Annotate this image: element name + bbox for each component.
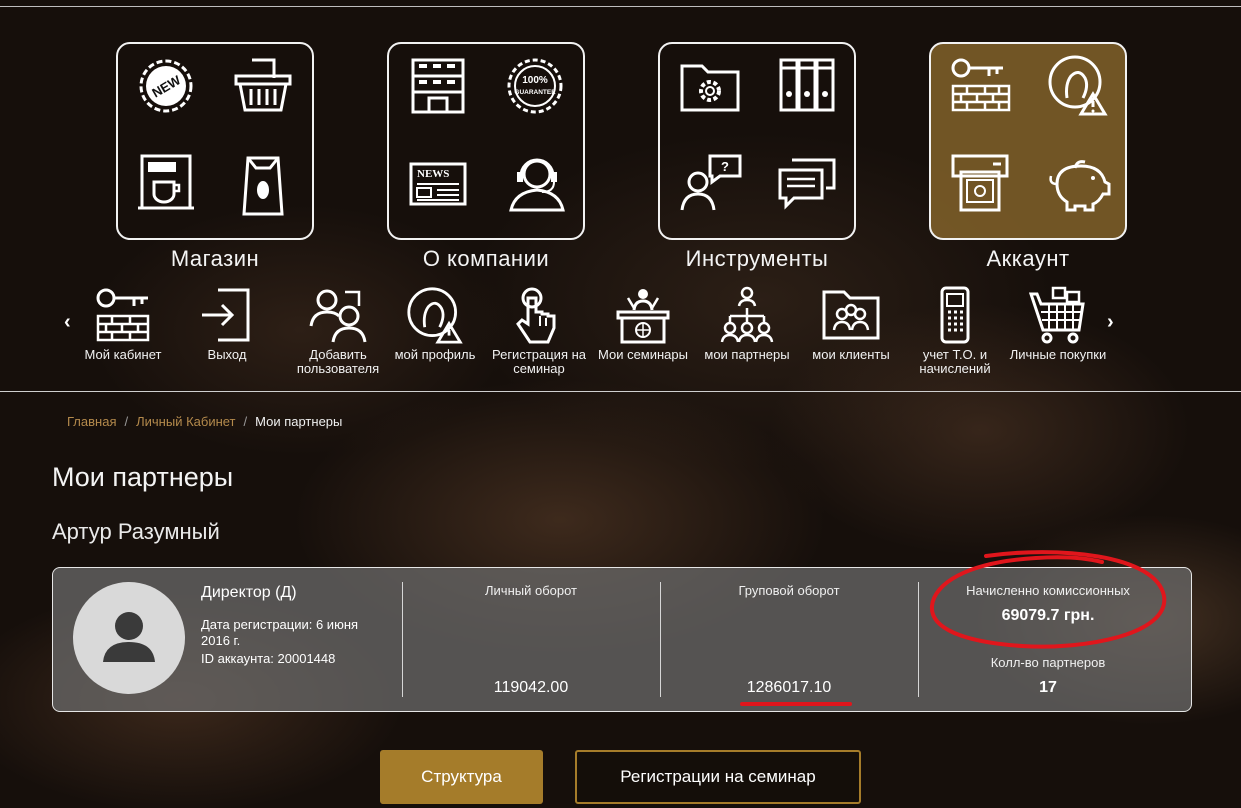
submenu-label: Выход [207, 347, 247, 362]
submenu-prev-arrow[interactable]: ‹ [64, 311, 71, 334]
category-tile-company[interactable]: 100% GUARANTEE NEWS [387, 42, 585, 240]
new-badge-icon: NEW [139, 59, 193, 113]
user-question-icon: ? [680, 154, 742, 211]
submenu-item-my-clients[interactable]: мои клиенты [799, 286, 903, 362]
profile-warning-icon [1048, 55, 1108, 116]
registration-year: 2016 г. [201, 633, 241, 648]
submenu-label: Регистрация на семинар [491, 347, 586, 376]
section-divider [0, 391, 1241, 392]
chat-bubbles-icon [778, 158, 836, 210]
clients-folder-icon [822, 290, 880, 340]
key-wall-icon [96, 288, 150, 342]
breadcrumb: Главная / Личный Кабинет / Мои партнеры [67, 414, 342, 429]
submenu-item-accounting[interactable]: учет Т.О. и начислений [903, 286, 1007, 376]
group-turnover-value: 1286017.10 [746, 679, 832, 696]
add-user-icon [309, 289, 367, 343]
category-label-account[interactable]: Аккаунт [929, 246, 1127, 272]
avatar [73, 582, 185, 694]
seminar-podium-icon [616, 289, 670, 344]
support-operator-icon [509, 158, 565, 212]
category-label-company[interactable]: О компании [387, 246, 585, 272]
pointer-click-icon [516, 287, 556, 344]
guarantee-badge-icon: 100% GUARANTEE [507, 58, 563, 114]
shopping-basket-icon [234, 58, 292, 112]
personal-turnover-value: 119042.00 [493, 679, 569, 696]
svg-text:GUARANTEE: GUARANTEE [514, 89, 556, 96]
category-tile-account[interactable] [929, 42, 1127, 240]
breadcrumb-separator: / [243, 414, 248, 429]
partners-count-label: Колл-во партнеров [990, 655, 1106, 670]
binders-icon [779, 58, 835, 112]
submenu-item-personal-purchases[interactable]: Личные покупки [1006, 286, 1110, 362]
svg-text:NEWS: NEWS [417, 168, 449, 180]
pos-terminal-icon [940, 286, 970, 344]
shopping-cart-icon [1029, 286, 1085, 344]
profile-rank: Директор (Д) [201, 584, 297, 601]
piggy-bank-icon [1049, 160, 1111, 212]
group-turnover-label: Груповой оборот [738, 583, 840, 598]
personal-turnover-label: Личный оборот [485, 583, 577, 598]
submenu-label: мои партнеры [704, 347, 790, 362]
logout-icon [202, 288, 250, 342]
office-building-icon [411, 58, 465, 114]
page-title: Мои партнеры [52, 462, 234, 492]
submenu-item-my-profile[interactable]: мой профиль [383, 286, 487, 362]
submenu-label: Мои семинары [598, 347, 688, 362]
submenu-item-logout[interactable]: Выход [175, 286, 279, 362]
breadcrumb-current: Мои партнеры [255, 414, 343, 429]
registration-date: Дата регистрации: 6 июня [201, 617, 359, 632]
category-tile-tools[interactable]: ? [658, 42, 856, 240]
commission-highlight-oval [929, 550, 1167, 649]
submenu-label: Личные покупки [1009, 347, 1107, 362]
coffee-bag-icon [242, 156, 284, 216]
submenu-item-seminar-registration[interactable]: Регистрация на семинар [487, 286, 591, 376]
settings-folder-icon [680, 64, 740, 112]
coffee-machine-icon [138, 154, 194, 210]
cash-terminal-icon [951, 154, 1009, 212]
user-silhouette-icon [103, 612, 155, 662]
partners-count-value: 17 [1039, 679, 1057, 696]
breadcrumb-home-link[interactable]: Главная [67, 414, 116, 429]
breadcrumb-cabinet-link[interactable]: Личный Кабинет [136, 414, 235, 429]
submenu-item-my-seminars[interactable]: Мои семинары [591, 286, 695, 362]
category-tile-shop[interactable]: NEW [116, 42, 314, 240]
partners-network-icon [720, 286, 774, 343]
submenu-label: мои клиенты [812, 347, 890, 362]
key-wall-icon [951, 58, 1011, 112]
account-id: ID аккаунта: 20001448 [201, 651, 336, 666]
top-divider [0, 6, 1241, 7]
submenu-item-my-cabinet[interactable]: Мой кабинет [71, 286, 175, 362]
breadcrumb-separator: / [124, 414, 129, 429]
user-name: Артур Разумный [52, 519, 220, 544]
submenu-label: Добавить пользователя [296, 347, 380, 376]
submenu-item-add-user[interactable]: Добавить пользователя [286, 286, 390, 376]
category-label-tools[interactable]: Инструменты [658, 246, 856, 272]
svg-text:100%: 100% [522, 75, 548, 86]
structure-button[interactable]: Структура [380, 750, 543, 804]
group-turnover-highlight-underline [740, 702, 852, 706]
category-label-shop[interactable]: Магазин [116, 246, 314, 272]
seminar-registrations-button[interactable]: Регистрации на семинар [575, 750, 861, 804]
submenu-label: мой профиль [394, 347, 476, 362]
submenu-label: учет Т.О. и начислений [919, 347, 991, 376]
profile-warning-icon [407, 287, 463, 344]
svg-text:?: ? [721, 159, 729, 174]
newspaper-icon: NEWS [409, 162, 467, 206]
submenu-item-my-partners[interactable]: мои партнеры [695, 286, 799, 362]
submenu-label: Мой кабинет [84, 347, 162, 362]
